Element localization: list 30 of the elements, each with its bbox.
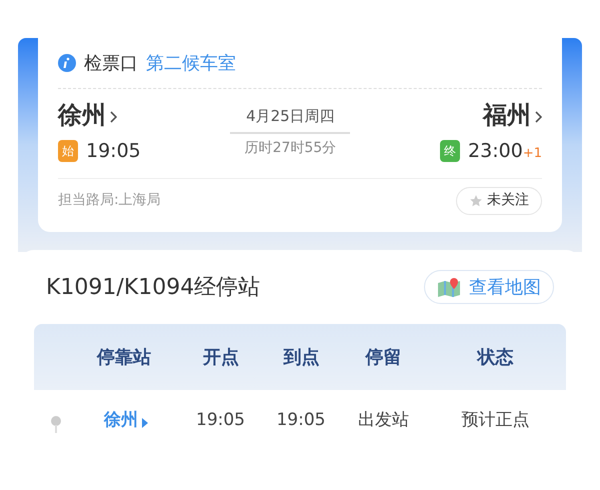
chevron-icon — [534, 111, 542, 123]
time-text: 19:05 — [86, 139, 141, 164]
gate-value: 第二候车室 — [146, 52, 236, 76]
time-text: 23:00 — [468, 139, 523, 164]
chevron-icon — [110, 111, 117, 123]
column-header: 开点 — [202, 346, 239, 370]
map-icon — [437, 277, 461, 297]
gate-label: 检票口 — [84, 52, 138, 76]
terminal-badge: 终 — [440, 140, 460, 162]
date-text: 4月25日周四 — [246, 106, 335, 127]
column-header: 停留 — [366, 346, 402, 370]
follow-button[interactable]: 未关注 — [456, 186, 542, 214]
day-offset: +1 — [522, 144, 542, 162]
duration-text: 历时27时55分 — [244, 138, 336, 158]
stops-title: K1091/K1094经停站 — [46, 274, 260, 302]
table-cell-text: 19:05 — [276, 409, 326, 432]
column-header: 停靠站 — [96, 346, 151, 370]
table-cell-text: 出发站 — [358, 409, 409, 432]
column-header: 到点 — [283, 346, 320, 370]
station-name[interactable]: 徐州 — [58, 97, 106, 133]
caret-icon — [142, 418, 148, 428]
bureau-text: 担当路局:上海局 — [58, 191, 161, 210]
station-name[interactable]: 福州 — [482, 97, 531, 133]
info-icon — [58, 54, 76, 72]
column-header: 状态 — [477, 346, 514, 370]
table-cell-text: 19:05 — [196, 409, 245, 432]
stop-marker-icon — [50, 415, 62, 435]
origin-badge: 始 — [58, 140, 78, 162]
table-cell-text: 预计正点 — [461, 409, 530, 432]
star-icon — [469, 194, 483, 208]
